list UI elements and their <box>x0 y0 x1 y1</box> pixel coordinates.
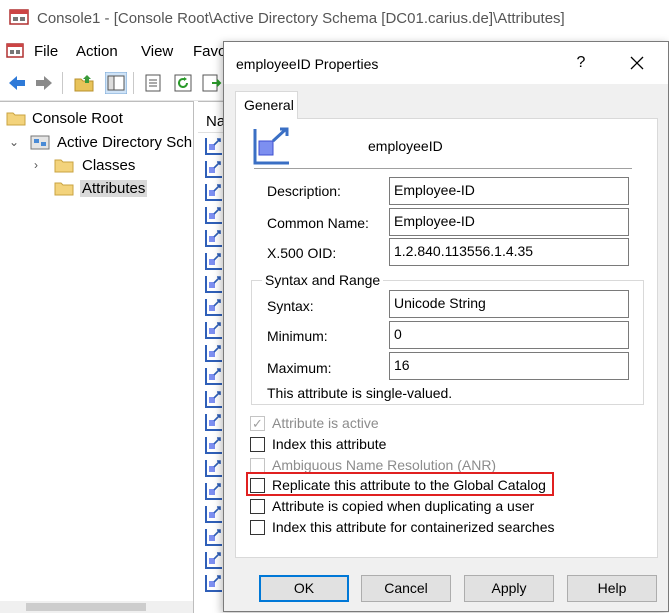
checkbox-label: Attribute is copied when duplicating a u… <box>272 498 535 514</box>
window-title: Console1 - [Console Root\Active Director… <box>37 10 565 27</box>
containerized-index-checkbox[interactable] <box>250 520 265 535</box>
cancel-button[interactable]: Cancel <box>361 575 451 602</box>
folder-icon <box>6 112 26 126</box>
tab-label: General <box>244 97 294 113</box>
menu-file[interactable]: File <box>34 43 58 60</box>
attribute-list-icon[interactable] <box>204 251 224 271</box>
attribute-list-icon[interactable] <box>204 550 224 570</box>
tree-label: Active Directory Sch <box>57 134 193 151</box>
copy-on-duplicate-checkbox[interactable] <box>250 499 265 514</box>
attribute-name: employeeID <box>368 138 443 154</box>
attribute-list-icon[interactable] <box>204 504 224 524</box>
maximum-field[interactable]: 16 <box>389 352 629 380</box>
divider <box>254 168 632 169</box>
toolbar-separator <box>133 72 134 94</box>
ok-button[interactable]: OK <box>259 575 349 602</box>
minimum-field[interactable]: 0 <box>389 321 629 349</box>
help-question-button[interactable]: ? <box>564 49 598 77</box>
attribute-list-icon[interactable] <box>204 205 224 225</box>
syntax-label: Syntax: <box>267 298 314 314</box>
close-icon[interactable] <box>620 49 654 77</box>
checkbox-label: Replicate this attribute to the Global C… <box>272 477 546 493</box>
menu-view[interactable]: View <box>141 43 173 60</box>
attribute-list-icon[interactable] <box>204 182 224 202</box>
dialog-title: employeeID Properties <box>236 56 379 72</box>
dialog-titlebar: employeeID Properties ? <box>224 42 668 84</box>
common-name-label: Common Name: <box>267 215 369 231</box>
attribute-list-icon[interactable] <box>204 435 224 455</box>
system-menu-icon[interactable] <box>6 42 24 60</box>
tree-label: Console Root <box>32 110 123 127</box>
checkbox-label: Index this attribute for containerized s… <box>272 519 555 535</box>
attribute-list-icon[interactable] <box>204 228 224 248</box>
syntax-range-title: Syntax and Range <box>262 272 384 288</box>
attribute-list-icon[interactable] <box>204 412 224 432</box>
single-valued-note: This attribute is single-valued. <box>267 385 453 401</box>
anr-checkbox[interactable] <box>250 458 265 473</box>
attribute-list-icon[interactable] <box>204 343 224 363</box>
refresh-icon[interactable] <box>172 72 194 94</box>
attribute-list-icon[interactable] <box>204 458 224 478</box>
show-hide-tree-icon[interactable] <box>105 72 127 94</box>
description-label: Description: <box>267 183 341 199</box>
scrollbar-thumb[interactable] <box>26 603 146 611</box>
toolbar-separator <box>62 72 63 94</box>
chevron-down-icon[interactable]: ⌄ <box>9 135 19 149</box>
oid-label: X.500 OID: <box>267 245 337 261</box>
replicate-gc-checkbox[interactable] <box>250 478 265 493</box>
attribute-list-icon[interactable] <box>204 527 224 547</box>
forward-icon[interactable] <box>33 72 55 94</box>
folder-icon <box>54 159 74 173</box>
attribute-list-icon[interactable] <box>204 389 224 409</box>
attribute-list-icon[interactable] <box>204 481 224 501</box>
mmc-console-icon <box>9 9 29 25</box>
attribute-list-icon[interactable] <box>204 366 224 386</box>
help-button[interactable]: Help <box>567 575 657 602</box>
properties-icon[interactable] <box>142 72 164 94</box>
attribute-list-icon[interactable] <box>204 274 224 294</box>
oid-field[interactable]: 1.2.840.113556.1.4.35 <box>389 238 629 266</box>
horizontal-scrollbar[interactable] <box>0 601 193 613</box>
console-tree: Console Root ⌄ Active Directory Sch › Cl… <box>0 101 194 613</box>
up-folder-icon[interactable] <box>73 72 95 94</box>
export-icon[interactable] <box>200 72 222 94</box>
menu-action[interactable]: Action <box>76 43 118 60</box>
maximum-label: Maximum: <box>267 360 332 376</box>
attribute-icon <box>253 127 289 165</box>
attribute-list-icon[interactable] <box>204 297 224 317</box>
checkbox-label: Index this attribute <box>272 436 387 452</box>
attribute-active-checkbox[interactable]: ✓ <box>250 416 265 431</box>
tab-general[interactable]: General <box>235 91 298 119</box>
menu-favorites[interactable]: Favo <box>193 43 226 60</box>
check-icon: ✓ <box>252 416 263 431</box>
attribute-list-icon[interactable] <box>204 320 224 340</box>
attribute-list-icon[interactable] <box>204 159 224 179</box>
description-field[interactable]: Employee-ID <box>389 177 629 205</box>
folder-icon <box>54 182 74 196</box>
attribute-icon-column <box>204 136 224 596</box>
chevron-right-icon[interactable]: › <box>34 158 38 172</box>
schema-icon <box>30 135 50 150</box>
syntax-field[interactable]: Unicode String <box>389 290 629 318</box>
back-icon[interactable] <box>6 72 28 94</box>
checkbox-label: Attribute is active <box>272 415 379 431</box>
properties-dialog: employeeID Properties ? General employee… <box>223 41 669 612</box>
tree-label: Classes <box>82 157 136 174</box>
minimum-label: Minimum: <box>267 328 328 344</box>
common-name-field[interactable]: Employee-ID <box>389 208 629 236</box>
checkbox-label: Ambiguous Name Resolution (ANR) <box>272 457 497 473</box>
attribute-list-icon[interactable] <box>204 573 224 593</box>
tree-label: Attributes <box>80 180 148 197</box>
attribute-list-icon[interactable] <box>204 136 224 156</box>
index-attribute-checkbox[interactable] <box>250 437 265 452</box>
window-titlebar: Console1 - [Console Root\Active Director… <box>0 0 669 38</box>
apply-button[interactable]: Apply <box>464 575 554 602</box>
